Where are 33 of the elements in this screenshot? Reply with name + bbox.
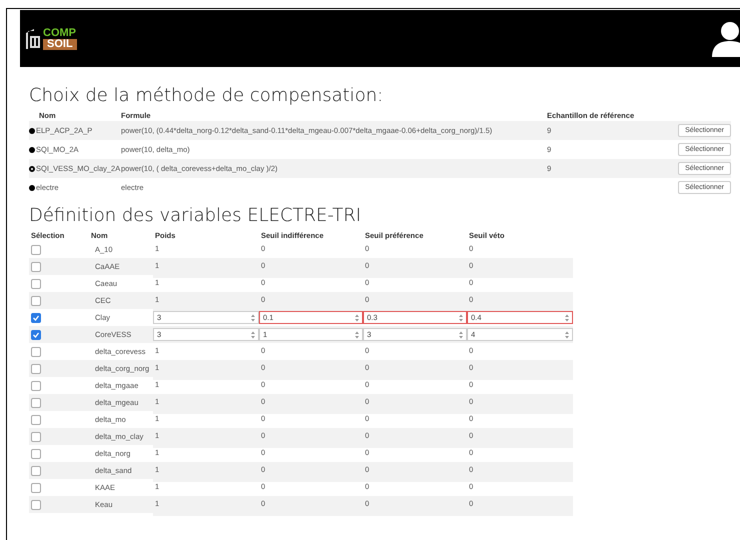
spinner-icon[interactable] <box>355 330 359 338</box>
checkbox[interactable] <box>31 414 41 424</box>
checkbox[interactable] <box>31 346 41 356</box>
checkbox[interactable] <box>31 312 41 322</box>
radio-button[interactable] <box>29 166 35 172</box>
logo-text: SOIL <box>43 38 77 50</box>
spinner-icon[interactable] <box>459 314 463 322</box>
spinner-icon[interactable] <box>251 314 255 322</box>
checkbox[interactable] <box>31 244 41 254</box>
checkbox[interactable] <box>31 330 41 340</box>
checkbox[interactable] <box>31 296 41 306</box>
checkbox[interactable] <box>31 448 41 458</box>
radio-button[interactable] <box>29 184 35 190</box>
radio-button[interactable] <box>29 146 35 152</box>
radio-button[interactable] <box>29 128 35 134</box>
spinner-icon[interactable] <box>565 330 569 338</box>
checkbox[interactable] <box>31 398 41 408</box>
spinner-icon[interactable] <box>565 314 569 322</box>
spinner-icon[interactable] <box>355 314 359 322</box>
checkbox[interactable] <box>31 278 41 288</box>
checkbox[interactable] <box>31 262 41 272</box>
section-title: Définition des variables ELECTRE-TRI <box>29 205 362 227</box>
logo-text: COMP <box>43 28 77 38</box>
spinner-icon[interactable] <box>459 330 463 338</box>
spinner-icon[interactable] <box>251 330 255 338</box>
section-title: Choix de la méthode de compensation: <box>29 85 384 107</box>
checkbox[interactable] <box>31 500 41 510</box>
checkbox[interactable] <box>31 466 41 476</box>
checkbox[interactable] <box>31 380 41 390</box>
logo-icon <box>24 28 42 50</box>
checkbox[interactable] <box>31 432 41 442</box>
checkbox[interactable] <box>31 482 41 492</box>
checkbox[interactable] <box>31 364 41 374</box>
